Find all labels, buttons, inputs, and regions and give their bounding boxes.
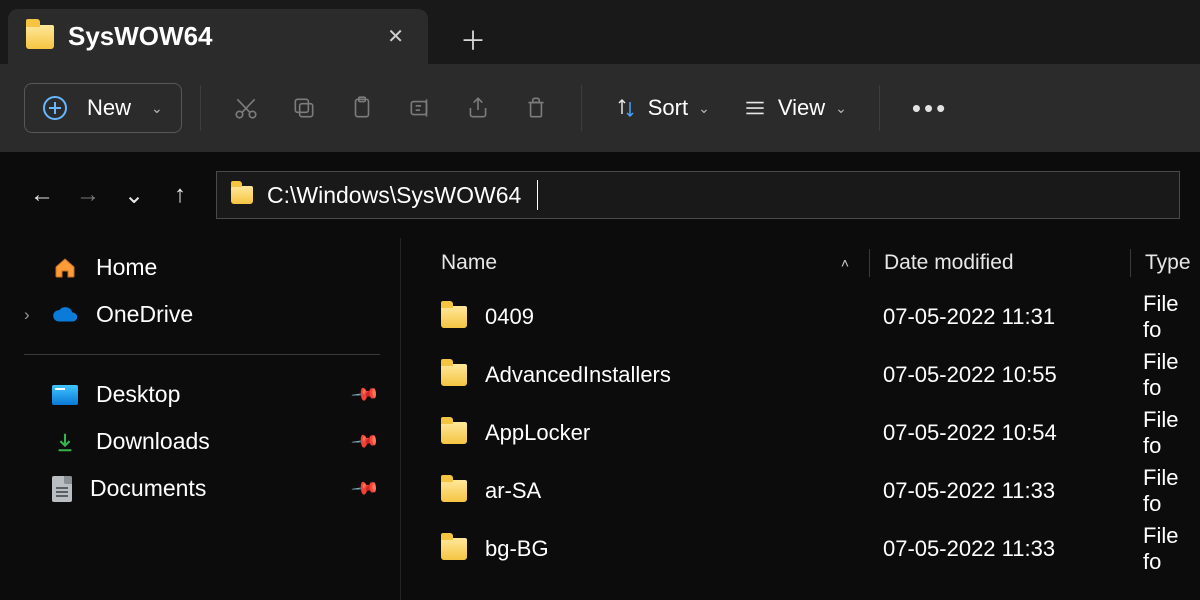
new-tab-button[interactable]: ＋ — [448, 14, 498, 64]
pin-icon: 📌 — [349, 379, 380, 409]
scissors-icon — [233, 95, 259, 121]
plus-circle-icon — [43, 96, 67, 120]
sort-icon — [614, 96, 638, 120]
file-list: Name ˄ Date modified Type 0409 07-05-2022… — [400, 238, 1200, 600]
file-row[interactable]: AdvancedInstallers 07-05-2022 10:55File f… — [401, 346, 1200, 404]
cut-button[interactable] — [219, 83, 273, 133]
tab-bar: SysWOW64 ✕ ＋ — [0, 0, 1200, 64]
sidebar-divider — [24, 354, 380, 355]
file-name: ar-SA — [485, 478, 541, 504]
recent-locations-button[interactable]: ⌄ — [114, 175, 154, 215]
share-icon — [465, 95, 491, 121]
file-date: 07-05-2022 10:54 — [869, 420, 1129, 446]
sidebar-item-label: Desktop — [96, 381, 180, 408]
file-row[interactable]: AppLocker 07-05-2022 10:54File fo — [401, 404, 1200, 462]
file-date: 07-05-2022 11:33 — [869, 478, 1129, 504]
folder-icon — [441, 538, 467, 560]
text-caret — [537, 180, 538, 210]
view-label: View — [778, 95, 825, 121]
list-view-icon — [742, 95, 768, 121]
sort-button[interactable]: Sort ⌄ — [600, 83, 724, 133]
file-row[interactable]: 0409 07-05-2022 11:31File fo — [401, 288, 1200, 346]
sidebar-item-label: Downloads — [96, 428, 210, 455]
file-type: File fo — [1129, 523, 1200, 575]
column-header-type[interactable]: Type — [1131, 251, 1200, 275]
address-bar[interactable]: C:\Windows\SysWOW64 — [216, 171, 1180, 219]
rename-icon — [407, 95, 433, 121]
toolbar-separator — [581, 85, 582, 131]
navigation-bar: ← → ⌄ ↑ C:\Windows\SysWOW64 — [0, 152, 1200, 238]
sidebar-item-documents[interactable]: Documents 📌 — [18, 465, 386, 512]
file-name: 0409 — [485, 304, 534, 330]
file-date: 07-05-2022 11:31 — [869, 304, 1129, 330]
copy-icon — [291, 95, 317, 121]
address-path: C:\Windows\SysWOW64 — [267, 182, 521, 209]
clipboard-icon — [349, 95, 375, 121]
close-tab-button[interactable]: ✕ — [381, 18, 410, 55]
pin-icon: 📌 — [349, 473, 380, 503]
more-button[interactable]: ••• — [898, 83, 962, 133]
share-button[interactable] — [451, 83, 505, 133]
column-header-name[interactable]: Name ˄ — [441, 251, 869, 275]
folder-icon — [441, 422, 467, 444]
sort-label: Sort — [648, 95, 688, 121]
chevron-down-icon: ⌄ — [151, 100, 163, 117]
sidebar-item-label: OneDrive — [96, 301, 193, 328]
navigation-pane: Home › OneDrive Desktop 📌 Downloads 📌 Do… — [0, 238, 400, 600]
download-icon — [52, 429, 78, 455]
toolbar: New ⌄ Sort ⌄ View ⌄ ••• — [0, 64, 1200, 152]
file-name: bg-BG — [485, 536, 549, 562]
column-headers: Name ˄ Date modified Type — [401, 238, 1200, 288]
file-name: AppLocker — [485, 420, 590, 446]
file-name: AdvancedInstallers — [485, 362, 671, 388]
trash-icon — [523, 95, 549, 121]
sidebar-item-onedrive[interactable]: › OneDrive — [18, 291, 386, 338]
active-tab[interactable]: SysWOW64 ✕ — [8, 9, 428, 64]
expand-icon: › — [24, 305, 30, 325]
sort-asc-icon: ˄ — [841, 255, 849, 271]
file-type: File fo — [1129, 465, 1200, 517]
toolbar-separator — [879, 85, 880, 131]
file-row[interactable]: bg-BG 07-05-2022 11:33File fo — [401, 520, 1200, 578]
folder-icon — [441, 306, 467, 328]
new-button[interactable]: New ⌄ — [24, 83, 182, 133]
chevron-down-icon: ⌄ — [835, 100, 847, 117]
file-date: 07-05-2022 10:55 — [869, 362, 1129, 388]
sidebar-item-label: Documents — [90, 475, 206, 502]
desktop-icon — [52, 385, 78, 405]
folder-icon — [231, 186, 253, 204]
sidebar-item-home[interactable]: Home — [18, 244, 386, 291]
folder-icon — [441, 364, 467, 386]
delete-button[interactable] — [509, 83, 563, 133]
content-area: Home › OneDrive Desktop 📌 Downloads 📌 Do… — [0, 238, 1200, 600]
file-date: 07-05-2022 11:33 — [869, 536, 1129, 562]
document-icon — [52, 476, 72, 502]
more-icon: ••• — [912, 93, 948, 124]
new-button-label: New — [87, 95, 131, 121]
folder-icon — [441, 480, 467, 502]
rename-button[interactable] — [393, 83, 447, 133]
chevron-down-icon: ⌄ — [698, 100, 710, 117]
file-type: File fo — [1129, 291, 1200, 343]
file-type: File fo — [1129, 349, 1200, 401]
copy-button[interactable] — [277, 83, 331, 133]
pin-icon: 📌 — [349, 426, 380, 456]
column-header-date[interactable]: Date modified — [870, 251, 1130, 275]
file-type: File fo — [1129, 407, 1200, 459]
folder-icon — [26, 25, 54, 49]
toolbar-separator — [200, 85, 201, 131]
tab-title: SysWOW64 — [68, 21, 367, 52]
paste-button[interactable] — [335, 83, 389, 133]
back-button[interactable]: ← — [22, 175, 62, 215]
file-row[interactable]: ar-SA 07-05-2022 11:33File fo — [401, 462, 1200, 520]
forward-button[interactable]: → — [68, 175, 108, 215]
view-button[interactable]: View ⌄ — [728, 83, 861, 133]
sidebar-item-label: Home — [96, 254, 157, 281]
up-button[interactable]: ↑ — [160, 175, 200, 215]
sidebar-item-downloads[interactable]: Downloads 📌 — [18, 418, 386, 465]
home-icon — [52, 255, 78, 281]
sidebar-item-desktop[interactable]: Desktop 📌 — [18, 371, 386, 418]
cloud-icon — [52, 302, 78, 328]
